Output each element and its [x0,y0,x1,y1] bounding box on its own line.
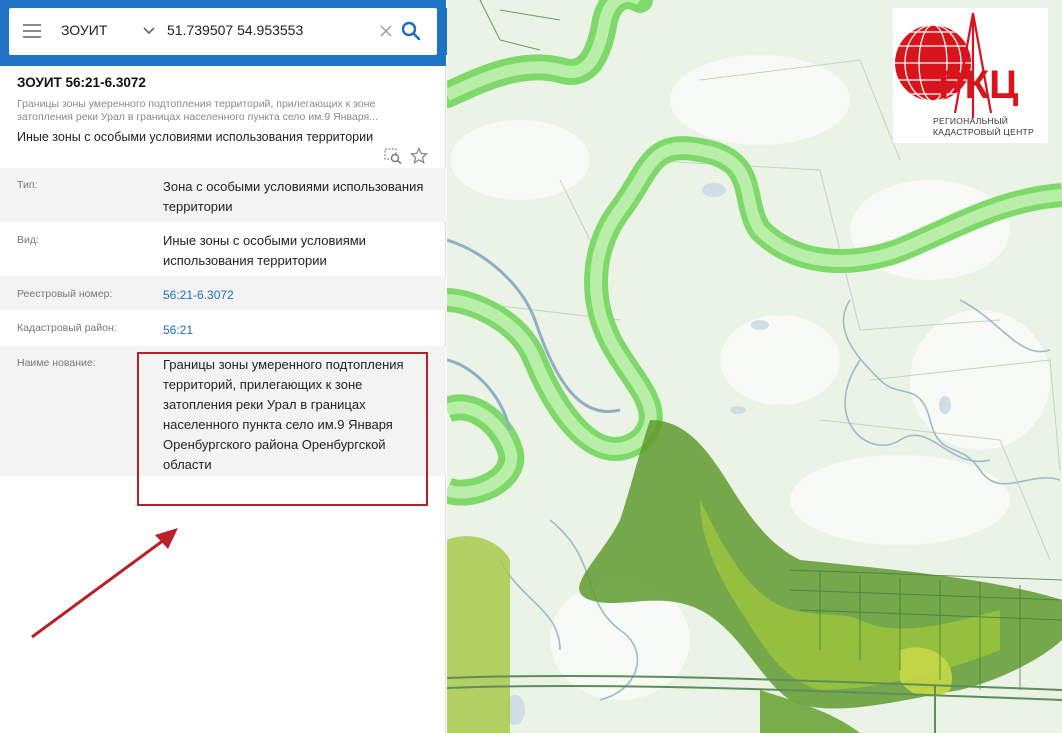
attr-label: Реестровый номер: [17,288,113,300]
registry-number-link[interactable]: 56:21-6.3072 [163,285,428,305]
attr-label: Вид: [17,234,39,246]
attr-value: Зона с особыми условиями использования т… [163,179,424,214]
search-input[interactable]: 51.739507 54.953553 [167,22,303,38]
star-icon[interactable] [410,147,428,165]
red-arrow-icon [31,528,178,639]
layer-select[interactable]: ЗОУИТ [61,22,107,42]
search-box: ЗОУИТ 51.739507 54.953553 [9,8,437,55]
search-bar: ЗОУИТ 51.739507 54.953553 [0,0,446,66]
rkc-logo: РКЦ Региональный кадастровый центр [893,8,1048,143]
clear-icon[interactable] [379,24,393,38]
attr-row-registry-number: Реестровый номер: 56:21-6.3072 [0,276,446,310]
menu-icon[interactable] [23,24,41,38]
attr-row-kind: Вид: Иные зоны с особыми условиями испол… [0,222,446,276]
attr-label: Наиме нование: [17,357,96,369]
object-title: ЗОУИТ 56:21-6.3072 [17,75,146,90]
cadastral-district-link[interactable]: 56:21 [163,320,428,340]
attr-row-cadastral-district: Кадастровый район: 56:21 [0,310,446,346]
logo-line2: кадастровый центр [933,127,1035,137]
attr-row-type: Тип: Зона с особыми условиями использова… [0,168,446,222]
attr-label: Кадастровый район: [17,322,117,334]
info-panel: ЗОУИТ 51.739507 54.953553 ЗОУИТ 56:21-6.… [0,0,446,733]
logo-caption: Региональный кадастровый центр [933,116,1034,138]
logo-abbr: РКЦ [938,63,1019,107]
attr-label: Тип: [17,179,38,191]
zoom-to-icon[interactable] [384,148,402,164]
object-subtitle: Границы зоны умеренного подтопления терр… [17,98,378,123]
chevron-down-icon[interactable] [142,24,156,38]
logo-line1: Региональный [933,116,1009,126]
object-category: Иные зоны с особыми условиями использова… [17,130,374,144]
highlight-box [137,352,428,506]
search-icon[interactable] [401,21,421,41]
attr-value: Иные зоны с особыми условиями использова… [163,233,366,268]
